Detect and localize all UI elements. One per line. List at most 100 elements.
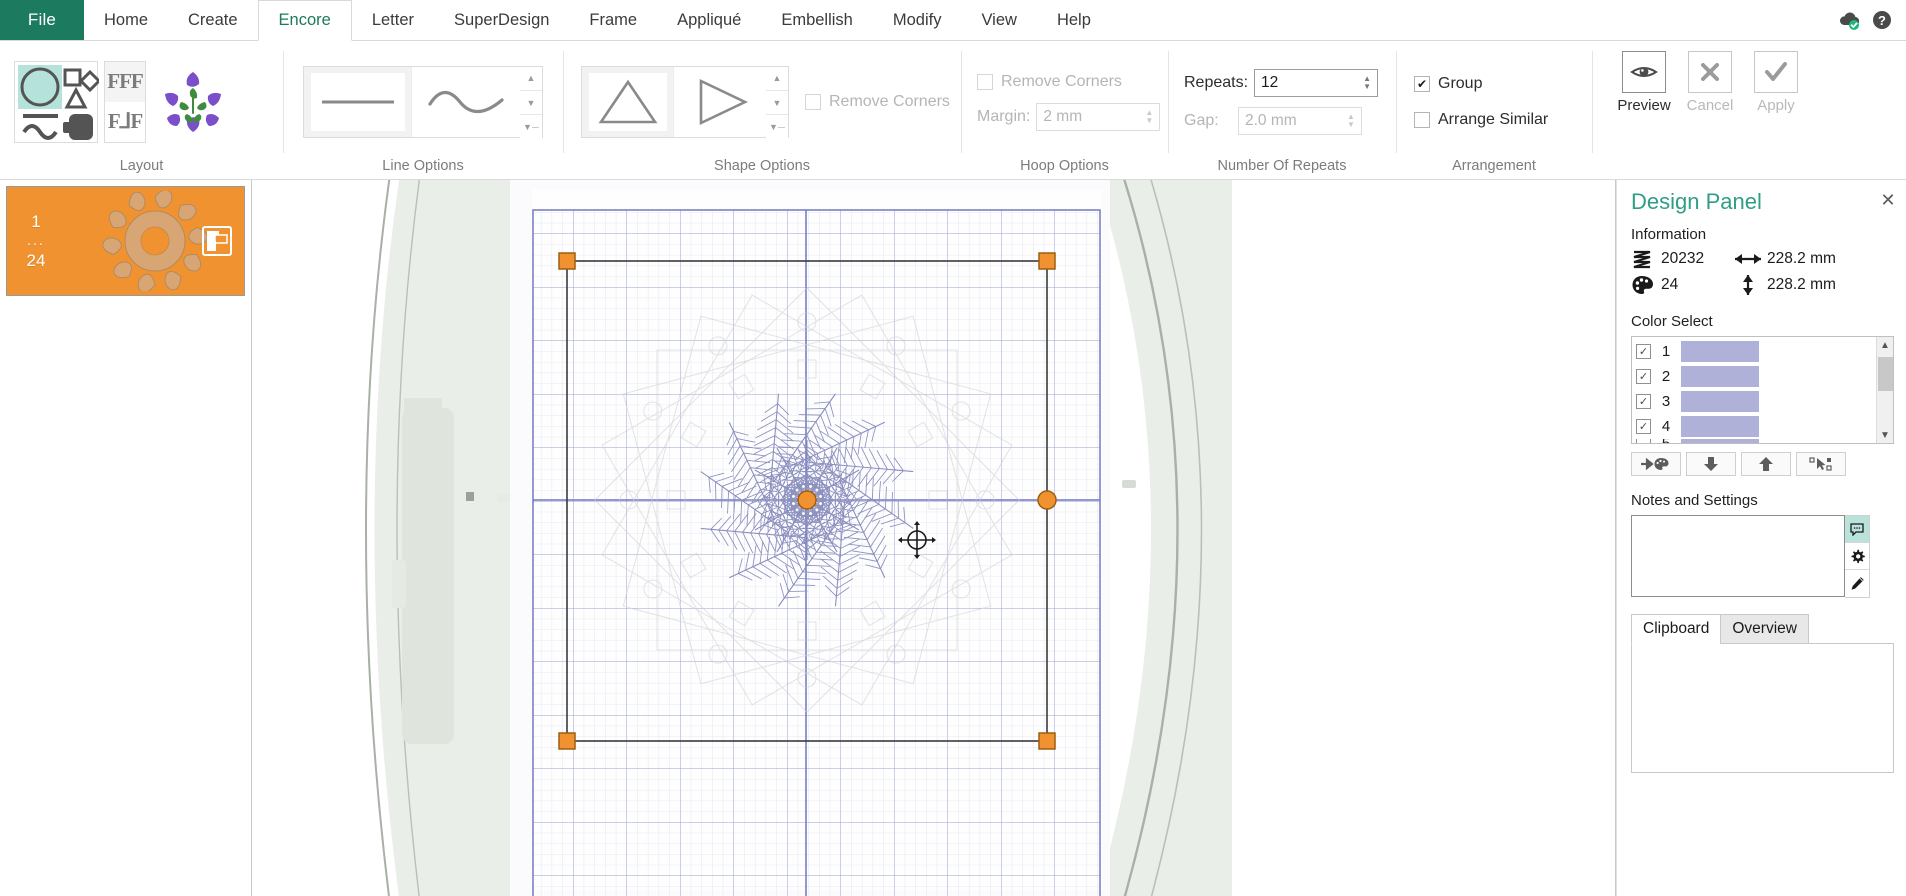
hoop-remove-corners-checkbox[interactable] bbox=[977, 73, 993, 90]
color-row-index: 5 bbox=[1660, 439, 1672, 443]
notes-and-settings-label: Notes and Settings bbox=[1631, 492, 1758, 510]
shape-option-triangle[interactable] bbox=[582, 66, 674, 137]
shape-remove-corners-row[interactable]: Remove Corners bbox=[805, 93, 950, 111]
shape-remove-corners-checkbox[interactable] bbox=[805, 93, 821, 110]
cancel-button-box[interactable] bbox=[1688, 51, 1732, 93]
help-icon[interactable]: ? bbox=[1872, 10, 1892, 30]
color-row[interactable]: 5 bbox=[1636, 439, 1876, 444]
hoop-margin-input[interactable] bbox=[1037, 103, 1143, 130]
repeats-field[interactable]: ▲▼ bbox=[1254, 68, 1379, 97]
arrange-similar-checkbox[interactable] bbox=[1414, 111, 1430, 128]
apply-button-box[interactable] bbox=[1754, 51, 1798, 93]
preview-button[interactable]: Preview bbox=[1616, 51, 1672, 114]
tab-overview[interactable]: Overview bbox=[1720, 614, 1809, 645]
shape-options-scroll-buttons[interactable]: ▲ ▼ ▼ — bbox=[766, 66, 788, 139]
line-options-scroll-down[interactable]: ▼ bbox=[520, 91, 542, 116]
preview-button-box[interactable] bbox=[1622, 51, 1666, 93]
application-window: File Home Create Encore Letter SuperDesi… bbox=[0, 0, 1906, 896]
tab-create[interactable]: Create bbox=[168, 0, 258, 40]
group-checkbox[interactable] bbox=[1414, 75, 1430, 92]
settings-button[interactable] bbox=[1845, 543, 1869, 571]
tab-file[interactable]: File bbox=[0, 0, 84, 40]
color-row-swatch[interactable] bbox=[1681, 366, 1759, 388]
font-gallery-item-fff[interactable]: FFF bbox=[105, 61, 145, 102]
tab-superdesign[interactable]: SuperDesign bbox=[434, 0, 569, 40]
font-gallery-item-mirrored[interactable]: F⅃F bbox=[105, 102, 145, 142]
color-row-checkbox[interactable] bbox=[1636, 439, 1651, 444]
line-options-scroll-buttons[interactable]: ▲ ▼ ▼ — bbox=[520, 66, 542, 139]
filmstrip-multipart-badge[interactable] bbox=[202, 226, 232, 256]
color-row[interactable]: ✓ 3 bbox=[1636, 389, 1876, 414]
close-icon[interactable]: ✕ bbox=[1878, 190, 1898, 210]
scrollbar-thumb[interactable] bbox=[1877, 357, 1893, 392]
main-area: 1 ... 24 ✕ Design Panel Information 2023… bbox=[0, 180, 1906, 896]
repeats-input[interactable] bbox=[1255, 69, 1361, 96]
arrange-similar-row[interactable]: Arrange Similar bbox=[1414, 111, 1548, 129]
cancel-button[interactable]: Cancel bbox=[1682, 51, 1738, 114]
tab-frame[interactable]: Frame bbox=[569, 0, 657, 40]
chevron-up-icon[interactable]: ▲ bbox=[1880, 337, 1890, 353]
move-down-button[interactable] bbox=[1686, 452, 1736, 477]
design-filmstrip: 1 ... 24 bbox=[0, 180, 252, 896]
color-select-list[interactable]: ✓ 1 ✓ 2 ✓ 3 ✓ 4 ▲ ▼ bbox=[1631, 336, 1894, 445]
apply-button[interactable]: Apply bbox=[1748, 51, 1804, 114]
tab-view[interactable]: View bbox=[961, 0, 1036, 40]
map-to-palette-button[interactable] bbox=[1631, 452, 1681, 477]
color-row[interactable]: ✓ 1 bbox=[1636, 339, 1876, 364]
repeats-spinner[interactable]: ▲ ▼ bbox=[1360, 70, 1377, 96]
line-option-wavy[interactable] bbox=[412, 66, 520, 137]
notes-textarea[interactable] bbox=[1631, 515, 1845, 598]
color-row-checkbox[interactable]: ✓ bbox=[1636, 369, 1651, 385]
filmstrip-item[interactable]: 1 ... 24 bbox=[6, 186, 245, 296]
panel-bottom-tabs: Clipboard Overview bbox=[1631, 614, 1894, 645]
clipboard-content-area[interactable] bbox=[1631, 643, 1894, 774]
color-row-checkbox[interactable]: ✓ bbox=[1636, 419, 1651, 435]
tab-home[interactable]: Home bbox=[84, 0, 168, 40]
move-up-button[interactable] bbox=[1741, 452, 1791, 477]
tab-applique[interactable]: Appliqué bbox=[657, 0, 761, 40]
select-by-color-button[interactable] bbox=[1796, 452, 1846, 477]
shape-options-scroll-up[interactable]: ▲ bbox=[766, 66, 788, 92]
color-row-checkbox[interactable]: ✓ bbox=[1636, 344, 1651, 360]
group-checkbox-row[interactable]: Group bbox=[1414, 75, 1482, 93]
line-options-scroll-up[interactable]: ▲ bbox=[520, 66, 542, 92]
line-option-straight[interactable] bbox=[304, 66, 412, 137]
tab-letter[interactable]: Letter bbox=[352, 0, 434, 40]
motif-gallery-button[interactable] bbox=[154, 60, 232, 143]
gap-field[interactable]: ▲▼ bbox=[1238, 106, 1362, 135]
color-list-scrollbar[interactable]: ▲ ▼ bbox=[1876, 337, 1893, 444]
hoop-margin-field[interactable]: ▲▼ bbox=[1036, 102, 1161, 131]
gap-spinner[interactable]: ▲ ▼ bbox=[1344, 108, 1361, 134]
color-row-swatch[interactable] bbox=[1681, 391, 1759, 413]
gap-input[interactable] bbox=[1239, 107, 1344, 134]
color-row-swatch[interactable] bbox=[1681, 341, 1759, 363]
handle-top-left bbox=[558, 252, 576, 270]
notes-button[interactable] bbox=[1845, 516, 1869, 544]
shape-option-right-triangle[interactable] bbox=[674, 66, 766, 137]
cloud-sync-icon[interactable] bbox=[1838, 10, 1862, 30]
tab-encore[interactable]: Encore bbox=[257, 0, 352, 41]
color-row-checkbox[interactable]: ✓ bbox=[1636, 394, 1651, 410]
hoop-margin-spinner[interactable]: ▲ ▼ bbox=[1142, 104, 1159, 130]
tab-clipboard[interactable]: Clipboard bbox=[1631, 614, 1722, 645]
shape-remove-corners-label: Remove Corners bbox=[829, 92, 950, 110]
design-panel-title: Design Panel bbox=[1631, 189, 1762, 214]
line-options-gallery[interactable]: ▲ ▼ ▼ — bbox=[303, 65, 543, 139]
shape-options-expand[interactable]: ▼ — bbox=[766, 115, 788, 139]
color-row-swatch[interactable] bbox=[1681, 416, 1759, 438]
edit-button[interactable] bbox=[1845, 570, 1869, 597]
line-options-expand[interactable]: ▼ — bbox=[520, 115, 542, 139]
font-gallery[interactable]: FFF F⅃F bbox=[104, 60, 146, 143]
tab-modify[interactable]: Modify bbox=[873, 0, 962, 40]
shape-options-scroll-down[interactable]: ▼ bbox=[766, 91, 788, 116]
tab-embellish[interactable]: Embellish bbox=[761, 0, 873, 40]
color-row-swatch[interactable] bbox=[1681, 439, 1759, 444]
hoop-remove-corners-row[interactable]: Remove Corners bbox=[977, 73, 1122, 91]
chevron-down-icon[interactable]: ▼ bbox=[1880, 427, 1890, 443]
color-row[interactable]: ✓ 2 bbox=[1636, 364, 1876, 389]
design-canvas[interactable] bbox=[252, 180, 1616, 896]
color-row[interactable]: ✓ 4 bbox=[1636, 414, 1876, 439]
tab-help[interactable]: Help bbox=[1037, 0, 1111, 40]
shape-gallery[interactable] bbox=[14, 60, 99, 143]
shape-options-gallery[interactable]: ▲ ▼ ▼ — bbox=[581, 65, 789, 139]
